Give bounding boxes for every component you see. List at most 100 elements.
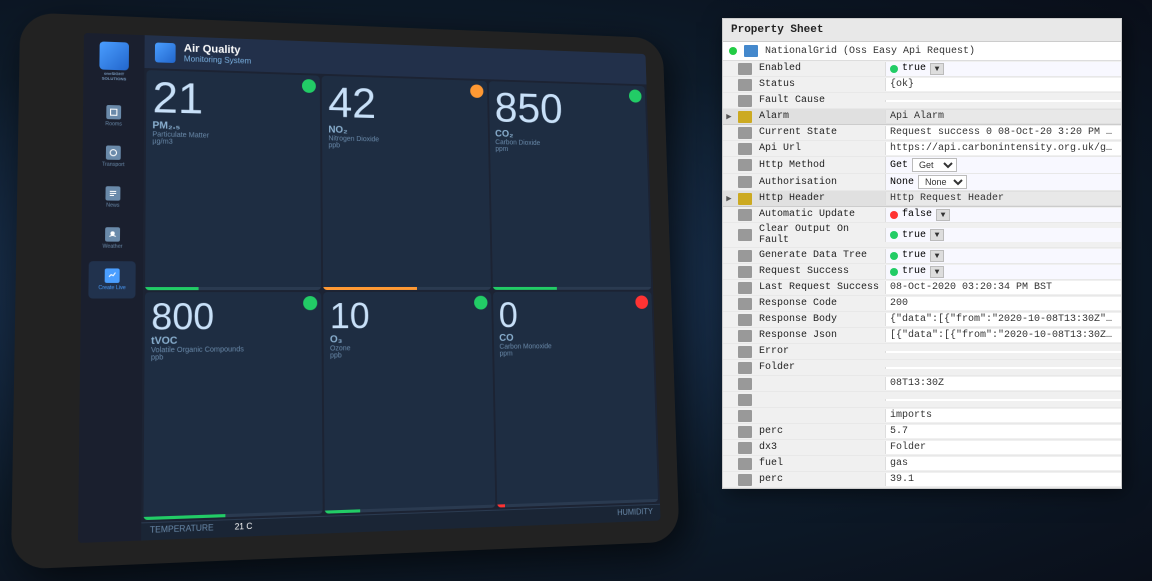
sensor-no2: 42 NO₂ Nitrogen Dioxide ppb bbox=[322, 76, 491, 290]
fuel-key: fuel bbox=[755, 457, 885, 470]
app-subtitle: Monitoring System bbox=[184, 54, 251, 65]
folder-key: Folder bbox=[755, 361, 885, 374]
error-icon bbox=[738, 346, 752, 358]
imports-icon bbox=[738, 410, 752, 422]
ps-row-alarm[interactable]: ▶ Alarm Api Alarm bbox=[723, 109, 1121, 125]
sidebar-item-rooms[interactable]: Rooms bbox=[90, 97, 137, 135]
auto-update-btn[interactable]: ▼ bbox=[936, 209, 950, 221]
enabled-btn[interactable]: ▼ bbox=[930, 63, 944, 75]
gen-tree-key: Generate Data Tree bbox=[755, 249, 885, 262]
alarm-key: Alarm bbox=[755, 110, 885, 123]
auth-value: None NoneBasic bbox=[885, 174, 1121, 190]
co2-status-icon bbox=[629, 89, 642, 102]
ps-header-row: NationalGrid (Oss Easy Api Request) bbox=[723, 42, 1121, 61]
req-success-value: true ▼ bbox=[885, 265, 1121, 279]
api-url-value: https://api.carbonintensity.org.uk/gener… bbox=[885, 142, 1121, 155]
bottom-0-key bbox=[755, 383, 885, 385]
sidebar-transport-label: Transport bbox=[102, 162, 125, 169]
clear-output-dot bbox=[890, 231, 898, 239]
sensor-tvoc: 800 tVOC Volatile Organic Compounds ppb bbox=[143, 292, 323, 520]
o3-status-icon bbox=[474, 296, 488, 310]
dx3-value: Folder bbox=[885, 441, 1121, 454]
fuel-icon bbox=[738, 458, 752, 470]
main-content: Air Quality Monitoring System 21 PM₂.₅ P… bbox=[141, 35, 660, 540]
co2-value: 850 bbox=[494, 87, 641, 132]
sidebar-item-create-live[interactable]: Create Live bbox=[88, 261, 135, 298]
clear-output-btn[interactable]: ▼ bbox=[930, 229, 944, 241]
auth-key: Authorisation bbox=[755, 176, 885, 189]
req-success-btn[interactable]: ▼ bbox=[930, 266, 944, 278]
alarm-value: Api Alarm bbox=[885, 110, 1121, 123]
no2-status-icon bbox=[470, 84, 483, 98]
ps-row-current-state: Current State Request success 0 08-Oct-2… bbox=[723, 125, 1121, 141]
req-success-dot bbox=[890, 268, 898, 276]
transport-icon bbox=[106, 145, 121, 160]
auto-update-icon bbox=[738, 209, 752, 221]
alarm-expand-icon[interactable]: ▶ bbox=[723, 112, 735, 122]
logo-text: oneSIGHT SOLUTIONS bbox=[102, 72, 127, 82]
last-req-key: Last Request Success bbox=[755, 281, 885, 294]
error-value bbox=[885, 351, 1121, 353]
ps-row-error: Error bbox=[723, 344, 1121, 360]
ps-row-gen-tree: Generate Data Tree true ▼ bbox=[723, 248, 1121, 264]
perc2-value: 39.1 bbox=[885, 473, 1121, 486]
rooms-icon bbox=[106, 105, 121, 120]
http-method-key: Http Method bbox=[755, 159, 885, 172]
sidebar-item-news[interactable]: News bbox=[89, 179, 136, 216]
tablet-body: oneSIGHT SOLUTIONS Rooms Transport bbox=[11, 12, 680, 569]
ps-row-http-header[interactable]: ▶ Http Header Http Request Header bbox=[723, 191, 1121, 207]
humidity-label: HUMIDITY bbox=[617, 507, 653, 517]
last-req-icon bbox=[738, 282, 752, 294]
sensor-co2: 850 CO₂ Carbon Dioxide ppm bbox=[488, 81, 651, 290]
ps-header-node: NationalGrid (Oss Easy Api Request) bbox=[765, 46, 975, 57]
header-expand-icon[interactable]: ▶ bbox=[723, 194, 735, 204]
gen-tree-btn[interactable]: ▼ bbox=[930, 250, 944, 262]
response-code-key: Response Code bbox=[755, 297, 885, 310]
auth-icon bbox=[738, 176, 752, 188]
auth-text: None bbox=[890, 177, 914, 188]
response-code-icon bbox=[738, 298, 752, 310]
pressure-value: 1018 hPa bbox=[150, 540, 655, 541]
ps-body[interactable]: Enabled true ▼ Status {ok} Fault Cause ▶ bbox=[723, 61, 1121, 488]
pressure-label: AIR PRESSURE bbox=[598, 520, 654, 538]
clear-output-value: true ▼ bbox=[885, 228, 1121, 242]
http-header-key: Http Header bbox=[755, 192, 885, 205]
gen-tree-icon bbox=[738, 250, 752, 262]
sidebar-item-transport[interactable]: Transport bbox=[90, 138, 137, 175]
property-sheet: Property Sheet NationalGrid (Oss Easy Ap… bbox=[722, 18, 1122, 489]
imports-value: imports bbox=[885, 409, 1121, 422]
ps-row-bottom-perc1: perc 5.7 bbox=[723, 424, 1121, 440]
http-method-select[interactable]: GetPost bbox=[912, 158, 957, 172]
weather-icon bbox=[105, 227, 120, 242]
temperature-value: 21 C bbox=[235, 522, 253, 532]
bottom-0-value: 08T13:30Z bbox=[885, 377, 1121, 390]
enabled-text: true bbox=[902, 63, 926, 74]
bottom-1-key bbox=[755, 399, 885, 401]
co2-bar-bg bbox=[493, 287, 652, 290]
tablet-screen: oneSIGHT SOLUTIONS Rooms Transport bbox=[78, 33, 661, 543]
response-code-value: 200 bbox=[885, 297, 1121, 310]
bottom-1-icon bbox=[738, 394, 752, 406]
sidebar-item-weather[interactable]: Weather bbox=[89, 220, 136, 257]
no2-bar-fill bbox=[323, 287, 416, 290]
clear-output-text: true bbox=[902, 230, 926, 241]
perc2-key: perc bbox=[755, 473, 885, 486]
news-icon bbox=[105, 186, 120, 201]
ps-row-http-method: Http Method Get GetPost bbox=[723, 157, 1121, 174]
fault-cause-icon bbox=[738, 95, 752, 107]
temperature-label: TEMPERATURE bbox=[150, 523, 214, 535]
status-key: Status bbox=[755, 78, 885, 91]
ps-row-req-success: Request Success true ▼ bbox=[723, 264, 1121, 280]
sidebar-rooms-label: Rooms bbox=[105, 121, 122, 127]
ps-title-bar: Property Sheet bbox=[723, 19, 1121, 42]
fault-cause-key: Fault Cause bbox=[755, 94, 885, 107]
http-method-icon bbox=[738, 159, 752, 171]
ps-title: Property Sheet bbox=[731, 24, 823, 36]
bottom-1-value bbox=[885, 399, 1121, 401]
ps-row-response-body: Response Body {"data":[{"from":"2020-10-… bbox=[723, 312, 1121, 328]
enabled-value: true ▼ bbox=[885, 62, 1121, 76]
api-url-icon bbox=[738, 143, 752, 155]
auto-update-dot bbox=[890, 211, 898, 219]
auth-select[interactable]: NoneBasic bbox=[918, 175, 967, 189]
api-url-key: Api Url bbox=[755, 142, 885, 155]
